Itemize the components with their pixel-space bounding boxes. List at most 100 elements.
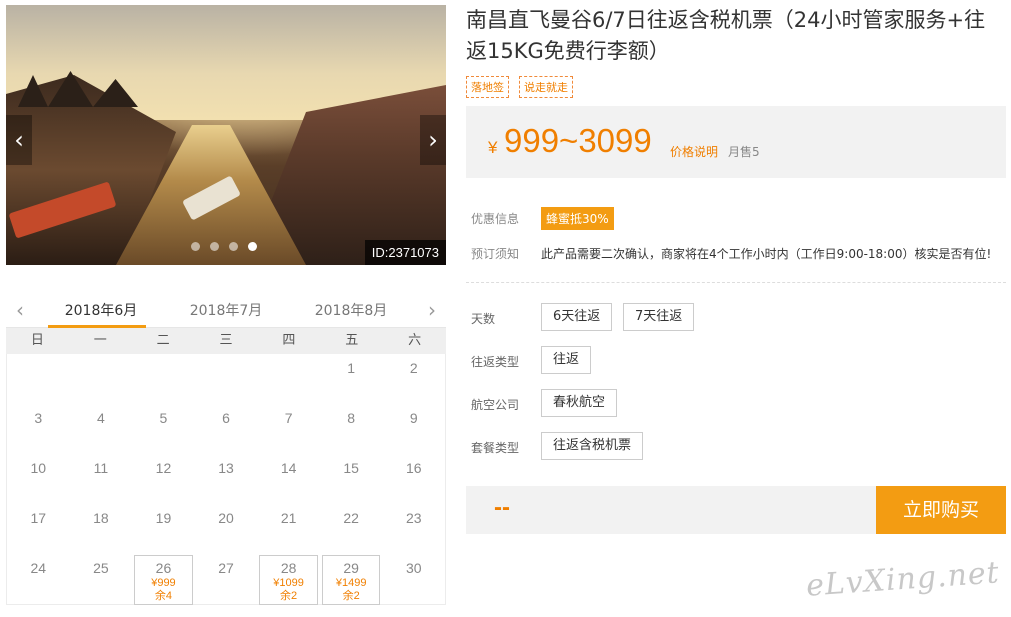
day-number: 24 [30, 560, 47, 576]
calendar-day: 3 [7, 404, 70, 454]
calendar-day: 21 [257, 504, 320, 554]
selected-price-display: -- [494, 494, 510, 521]
option-6-days[interactable]: 6天往返 [541, 303, 613, 331]
calendar-day: 30 [382, 554, 445, 604]
weekday-header: 日 一 二 三 四 五 六 [6, 328, 446, 354]
package-label: 套餐类型 [471, 441, 520, 455]
day-number: 12 [155, 460, 172, 476]
calendar-day: 8 [320, 404, 383, 454]
calendar-week-row: 24 25 26 ¥999 余4 27 28 ¥1099 余2 29 ¥1499 余2 30 [7, 554, 445, 605]
calendar-day: 18 [70, 504, 133, 554]
calendar-day: 12 [132, 454, 195, 504]
day-number: 25 [93, 560, 109, 576]
calendar-day-available[interactable]: 26 ¥999 余4 [132, 554, 195, 605]
price-range: 999~3099 [504, 122, 652, 159]
gallery-prev-icon[interactable]: ‹ [6, 115, 32, 165]
calendar-week-row: 17 18 19 20 21 22 23 [7, 504, 445, 554]
trip-type-label: 往返类型 [471, 355, 520, 369]
day-number: 6 [222, 410, 230, 426]
calendar-day [195, 354, 258, 404]
weekday-label: 四 [282, 333, 296, 348]
calendar-day: 2 [382, 354, 445, 404]
gallery-dot-active[interactable] [248, 242, 257, 251]
calendar-day: 20 [195, 504, 258, 554]
calendar-day: 16 [382, 454, 445, 504]
calendar-day: 17 [7, 504, 70, 554]
tag-go-now: 说走就走 [519, 76, 573, 98]
calendar-day: 9 [382, 404, 445, 454]
day-stock: 余4 [154, 590, 172, 602]
calendar-day [70, 354, 133, 404]
airline-label: 航空公司 [471, 398, 520, 412]
calendar-next-icon[interactable]: › [422, 298, 442, 322]
day-number: 14 [280, 460, 297, 476]
calendar-day: 1 [320, 354, 383, 404]
weekday-label: 二 [156, 333, 170, 348]
calendar-month-tabs: ‹ 2018年6月 2018年7月 2018年8月 › [6, 292, 446, 328]
calendar-day: 6 [195, 404, 258, 454]
image-id-label: ID:2371073 [364, 240, 446, 265]
gallery-dots [191, 242, 257, 251]
price-explain-link[interactable]: 价格说明 [670, 143, 718, 160]
site-watermark: eLvXing.net [805, 555, 1001, 604]
day-number: 15 [343, 460, 359, 476]
day-number: 11 [93, 460, 109, 476]
buy-now-button[interactable]: 立即购买 [876, 486, 1006, 534]
calendar-day: 24 [7, 554, 70, 604]
weekday-label: 五 [345, 333, 359, 348]
day-number: 16 [405, 460, 422, 476]
gallery-dot[interactable] [229, 242, 238, 251]
gallery-next-icon[interactable]: › [420, 115, 446, 165]
calendar-day [257, 354, 320, 404]
calendar-day: 14 [257, 454, 320, 504]
day-number: 1 [347, 360, 356, 376]
calendar-day-available[interactable]: 29 ¥1499 余2 [320, 554, 383, 605]
product-tags: 落地签 说走就走 [466, 76, 573, 98]
calendar-week-row: 3 4 5 6 7 8 9 [7, 404, 445, 454]
day-number: 18 [93, 510, 109, 526]
calendar-day-available[interactable]: 28 ¥1099 余2 [257, 554, 320, 605]
calendar-day: 4 [70, 404, 133, 454]
calendar-day: 23 [382, 504, 445, 554]
tab-month-june[interactable]: 2018年6月 [46, 300, 156, 320]
tab-month-july[interactable]: 2018年7月 [171, 300, 281, 320]
day-stock: 余2 [342, 590, 360, 602]
promo-label: 优惠信息 [471, 212, 520, 226]
day-number: 3 [34, 410, 43, 426]
day-number: 7 [284, 410, 293, 426]
days-label: 天数 [471, 312, 496, 326]
day-number: 22 [343, 510, 359, 526]
day-number: 4 [96, 410, 105, 426]
day-number: 29 [343, 560, 359, 576]
calendar-prev-icon[interactable]: ‹ [10, 298, 30, 322]
day-number: 17 [30, 510, 47, 526]
calendar-day [132, 354, 195, 404]
product-image-gallery: ‹ › ID:2371073 [6, 5, 446, 265]
gallery-dot[interactable] [210, 242, 219, 251]
calendar-grid: 1 2 3 4 5 6 7 8 9 10 11 12 13 14 15 16 17 18 19 20 21 22 23 24 2… [6, 354, 446, 605]
calendar-day [7, 354, 70, 404]
day-number: 21 [280, 510, 297, 526]
calendar-day: 22 [320, 504, 383, 554]
notice-label: 预订须知 [471, 247, 520, 261]
promo-badge: 蜂蜜抵30% [541, 207, 614, 230]
option-package-ticket[interactable]: 往返含税机票 [541, 432, 644, 460]
day-number: 19 [155, 510, 172, 526]
gallery-dot[interactable] [191, 242, 200, 251]
day-price: ¥999 [151, 577, 176, 589]
tab-month-august[interactable]: 2018年8月 [296, 300, 406, 320]
calendar-day: 7 [257, 404, 320, 454]
option-round-trip[interactable]: 往返 [541, 346, 592, 374]
calendar-day: 10 [7, 454, 70, 504]
weekday-label: 一 [93, 333, 107, 348]
weekday-label: 日 [30, 333, 44, 348]
weekday-label: 三 [219, 333, 233, 348]
calendar-week-row: 10 11 12 13 14 15 16 [7, 454, 445, 504]
calendar-day: 25 [70, 554, 133, 604]
purchase-bar: -- 立即购买 [466, 486, 1006, 534]
currency-symbol: ¥ [488, 138, 498, 157]
selected-month-underline [48, 325, 146, 328]
option-spring-airlines[interactable]: 春秋航空 [541, 389, 618, 417]
calendar-day: 15 [320, 454, 383, 504]
option-7-days[interactable]: 7天往返 [623, 303, 695, 331]
